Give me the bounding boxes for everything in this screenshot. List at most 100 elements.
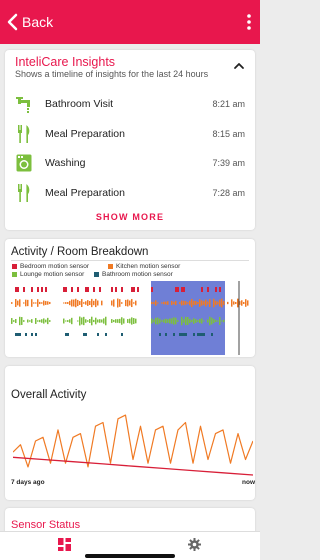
activity-mark	[27, 299, 29, 307]
legend-label: Kitchen motion sensor	[116, 263, 181, 270]
activity-mark	[17, 300, 19, 306]
activity-mark	[183, 300, 185, 306]
activity-mark	[105, 333, 107, 336]
activity-mark	[77, 299, 79, 307]
activity-mark	[195, 300, 197, 306]
activity-mark	[133, 287, 135, 292]
activity-mark	[171, 300, 173, 306]
activity-mark	[65, 320, 67, 322]
activity-mark	[201, 333, 203, 336]
activity-mark	[215, 287, 217, 292]
activity-mark	[183, 319, 185, 323]
activity-mark	[173, 317, 175, 325]
activity-mark	[181, 333, 183, 336]
collapse-button[interactable]	[233, 60, 245, 72]
activity-mark	[111, 319, 113, 323]
activity-mark	[121, 333, 123, 336]
activity-mark	[245, 299, 247, 307]
activity-mark	[23, 320, 25, 322]
gear-icon	[188, 538, 201, 551]
activity-mark	[133, 318, 135, 324]
activity-mark	[183, 287, 185, 292]
activity-mark	[111, 287, 113, 292]
activity-mark	[35, 302, 37, 304]
tab-settings[interactable]	[188, 538, 201, 551]
tab-dashboard[interactable]	[58, 538, 71, 551]
activity-mark	[119, 318, 121, 324]
activity-mark	[135, 318, 137, 324]
activity-mark	[11, 302, 13, 304]
activity-mark	[119, 299, 121, 307]
top-app-bar: Back	[0, 0, 260, 44]
activity-mark	[203, 301, 205, 305]
activity-mark	[73, 299, 75, 307]
activity-mark	[181, 300, 183, 306]
activity-mark	[157, 302, 159, 304]
axis-end-label: now	[242, 479, 255, 486]
insight-item[interactable]: Washing 7:39 am	[15, 150, 245, 176]
insight-item[interactable]: Meal Preparation 8:15 am	[15, 121, 245, 147]
activity-mark	[11, 318, 13, 324]
activity-mark	[45, 287, 47, 292]
activity-mark	[129, 300, 131, 306]
activity-mark	[217, 301, 219, 305]
activity-mark	[81, 298, 83, 308]
activity-mark	[63, 287, 65, 292]
activity-mark	[67, 320, 69, 322]
activity-mark	[31, 333, 33, 336]
activity-mark	[161, 302, 163, 304]
activity-mark	[131, 298, 133, 308]
activity-mark	[177, 287, 179, 292]
activity-mark	[151, 318, 153, 324]
activity-mark	[37, 299, 39, 307]
activity-mark	[201, 300, 203, 306]
activity-mark	[13, 320, 15, 322]
kebab-menu-icon	[247, 14, 251, 30]
activity-mark	[95, 317, 97, 325]
more-options-button[interactable]	[244, 12, 254, 32]
back-button[interactable]: Back	[6, 12, 53, 32]
activity-mark	[85, 287, 87, 292]
activity-mark	[207, 287, 209, 292]
activity-mark	[111, 300, 113, 306]
chevron-up-icon	[234, 63, 244, 69]
legend-swatch	[94, 272, 99, 277]
activity-mark	[65, 302, 67, 304]
activity-mark	[115, 319, 117, 323]
activity-mark	[71, 299, 73, 307]
activity-mark	[163, 301, 165, 305]
activity-mark	[85, 319, 87, 323]
activity-mark	[19, 333, 21, 336]
activity-mark	[241, 300, 243, 306]
activity-timeline-chart	[11, 281, 249, 355]
activity-mark	[121, 287, 123, 292]
activity-mark	[71, 317, 73, 325]
legend-item-kitchen: Kitchen motion sensor	[108, 263, 180, 270]
activity-mark	[165, 333, 167, 336]
activity-mark	[31, 319, 33, 323]
insight-label: Meal Preparation	[45, 128, 125, 140]
activity-mark	[181, 316, 183, 326]
activity-mark	[171, 318, 173, 324]
activity-mark	[37, 320, 39, 322]
activity-mark	[75, 298, 77, 308]
activity-mark	[161, 320, 163, 322]
activity-mark	[33, 302, 35, 304]
activity-mark	[137, 287, 139, 292]
faucet-icon	[15, 94, 33, 114]
activity-mark	[29, 320, 31, 322]
activity-mark	[115, 287, 117, 292]
activity-mark	[215, 300, 217, 306]
insight-item[interactable]: Meal Preparation 7:28 am	[15, 180, 245, 206]
activity-mark	[91, 298, 93, 308]
show-more-button[interactable]: SHOW MORE	[5, 212, 255, 222]
insight-item[interactable]: Bathroom Visit 8:21 am	[15, 91, 245, 117]
activity-series-line	[13, 414, 253, 468]
activity-mark	[129, 318, 131, 324]
activity-mark	[101, 300, 103, 306]
activity-mark	[97, 319, 99, 323]
activity-mark	[85, 333, 87, 336]
activity-mark	[203, 333, 205, 336]
activity-mark	[133, 302, 135, 304]
activity-mark	[179, 333, 181, 336]
